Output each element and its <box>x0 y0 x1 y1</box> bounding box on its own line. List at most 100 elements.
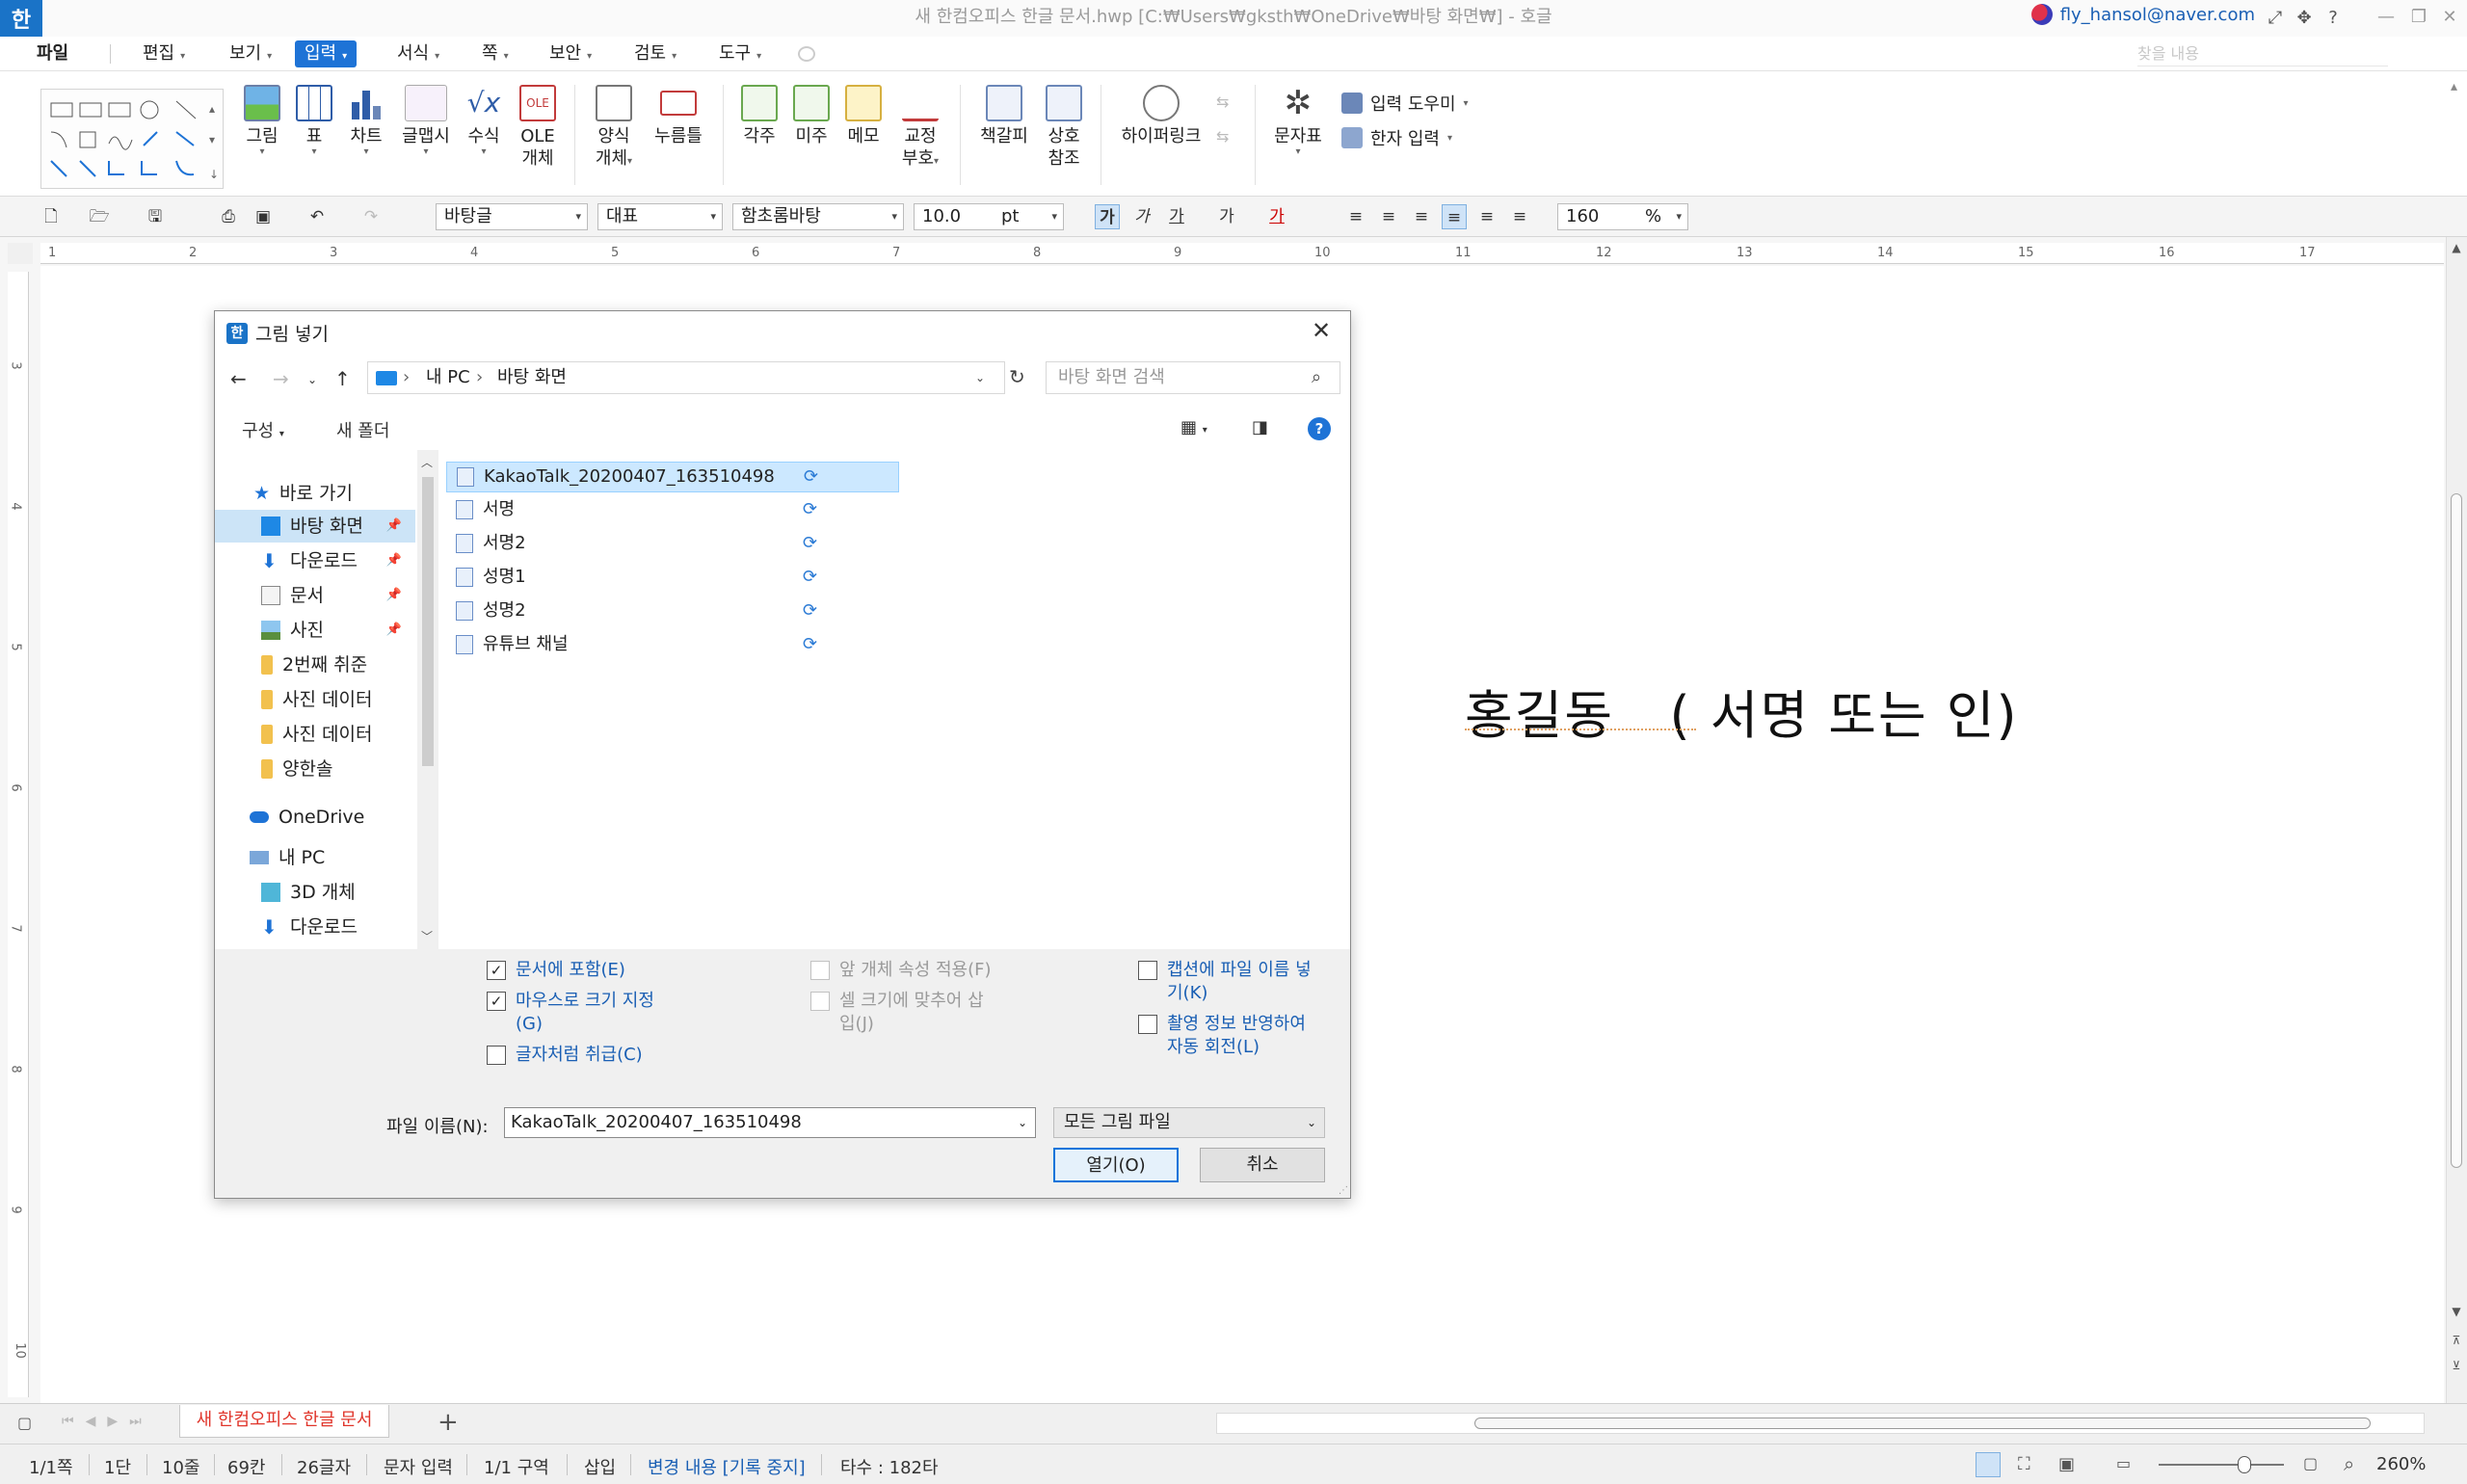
menu-search-input[interactable]: 찾을 내용 <box>2137 41 2388 66</box>
status-page[interactable]: 1/1쪽 <box>29 1454 73 1479</box>
caption-filename-checkbox[interactable]: 캡션에 파일 이름 넣 기(K) <box>1138 959 1312 1005</box>
nav-scroll-down-icon[interactable]: ﹀ <box>421 928 433 944</box>
align-justify-icon[interactable]: ≡ <box>1343 204 1368 229</box>
insert-table-button[interactable]: 표 ▾ <box>295 85 333 157</box>
view-fit-icon[interactable]: ⛶ <box>2018 1454 2030 1474</box>
tab-navigation-icons[interactable]: ⏮◀▶⏭ <box>62 1414 153 1429</box>
nav-item-3d[interactable]: 3D 개체 <box>215 876 415 909</box>
nav-scroll-thumb[interactable] <box>422 477 434 766</box>
file-item[interactable]: KakaoTalk_20200407_163510498 ⟳ <box>446 462 899 492</box>
font-color-button[interactable]: 가 <box>1264 204 1289 229</box>
align-split-icon[interactable]: ≡ <box>1507 204 1532 229</box>
resize-grip-icon[interactable]: ⋰ <box>1339 1185 1348 1196</box>
vertical-scroll-thumb[interactable] <box>2451 493 2462 1168</box>
insert-footnote-button[interactable]: 각주 <box>738 85 781 147</box>
align-right-icon[interactable]: ≡ <box>1442 204 1467 229</box>
new-folder-button[interactable]: 새 폴더 <box>336 417 389 442</box>
checkbox-unchecked[interactable] <box>487 1046 506 1065</box>
status-zoom[interactable]: 260% <box>2376 1454 2426 1474</box>
menu-tools[interactable]: 도구 ▾ <box>709 40 771 67</box>
nav-item-documents[interactable]: 문서 📌 <box>215 579 415 612</box>
nav-onedrive[interactable]: OneDrive <box>215 801 415 834</box>
back-icon[interactable]: ← <box>230 367 247 390</box>
underline-button[interactable]: 가 <box>1164 204 1189 229</box>
dialog-help-icon[interactable]: ? <box>1308 417 1331 440</box>
status-input-mode[interactable]: 문자 입력 <box>384 1454 453 1479</box>
insert-endnote-button[interactable]: 미주 <box>790 85 833 147</box>
tab-list-icon[interactable]: ▢ <box>17 1414 32 1432</box>
view-normal-icon[interactable] <box>1976 1452 2001 1477</box>
insert-equation-button[interactable]: √x 수식 ▾ <box>463 85 505 157</box>
scroll-up-icon[interactable]: ▲ <box>2448 241 2465 254</box>
hanja-input-button[interactable]: 한자 입력 ▾ <box>1341 125 1452 150</box>
strike-button[interactable]: 가 <box>1214 204 1239 229</box>
organize-button[interactable]: 구성 ▾ <box>242 417 284 442</box>
close-window-button[interactable]: ✕ <box>2432 4 2467 31</box>
checkbox-checked[interactable]: ✓ <box>487 961 506 980</box>
line-spacing-input[interactable]: 160% ▾ <box>1557 203 1688 230</box>
nav-item-pictures[interactable]: 사진 📌 <box>215 614 415 647</box>
user-account[interactable]: fly_hansol@naver.com <box>2030 4 2255 25</box>
add-tab-button[interactable]: + <box>438 1408 459 1437</box>
menu-format[interactable]: 서식 ▾ <box>387 40 449 67</box>
vertical-ruler[interactable]: 3 4 5 6 7 8 9 10 <box>8 272 29 1397</box>
horizontal-scroll-thumb[interactable] <box>1474 1418 2371 1429</box>
checkbox-unchecked[interactable] <box>1138 1015 1157 1034</box>
prev-page-icon[interactable]: ⊼ <box>2448 1334 2465 1347</box>
addr-dropdown-icon[interactable]: ⌄ <box>975 362 985 393</box>
zoom-in-icon[interactable]: ▢ <box>2303 1454 2318 1472</box>
undo-icon[interactable]: ↶ <box>305 204 330 229</box>
fit-cell-checkbox[interactable]: 셀 크기에 맞추어 삽 입(J) <box>810 990 984 1036</box>
view-options-icon[interactable]: ▦ ▾ <box>1180 417 1207 437</box>
checkbox-unchecked[interactable] <box>1138 961 1157 980</box>
checkbox-disabled[interactable] <box>810 992 830 1011</box>
nav-item-desktop[interactable]: 바탕 화면 📌 <box>215 510 415 543</box>
filename-dropdown-icon[interactable]: ⌄ <box>1018 1108 1027 1137</box>
menu-file[interactable]: 파일 <box>27 40 78 67</box>
file-item[interactable]: 유튜브 채널 ⟳ <box>446 629 899 660</box>
dialog-search-input[interactable]: 바탕 화면 검색 <box>1046 361 1340 394</box>
file-item[interactable]: 서명2 ⟳ <box>446 528 899 559</box>
insert-crossref-button[interactable]: 상호 참조 <box>1043 85 1085 170</box>
fullscreen-icon[interactable]: ⤢ <box>2263 6 2288 31</box>
up-icon[interactable]: ↑ <box>334 367 351 390</box>
insert-proofmark-button[interactable]: 교정 부호▾ <box>896 85 944 170</box>
app-logo-icon[interactable]: 한 <box>0 0 42 37</box>
shape-gallery[interactable]: ▴ ▾ ↓ <box>40 89 224 189</box>
addr-segment-desktop[interactable]: 바탕 화면 <box>497 362 567 393</box>
plugin-icon[interactable] <box>798 46 815 62</box>
scroll-down-icon[interactable]: ▼ <box>2448 1305 2465 1318</box>
preview-pane-icon[interactable]: ◨ <box>1252 417 1268 437</box>
minimize-button[interactable]: — <box>2369 4 2403 31</box>
nav-item-folder[interactable]: 2번째 취준 <box>215 649 415 681</box>
nav-item-folder[interactable]: 사진 데이터 <box>215 683 415 716</box>
help-icon[interactable]: ? <box>2321 6 2346 31</box>
zoom-slider-track[interactable] <box>2159 1464 2284 1466</box>
nav-item-downloads-pc[interactable]: ⬇ 다운로드 <box>215 911 415 943</box>
align-center-icon[interactable]: ≡ <box>1409 204 1434 229</box>
ribbon-collapse-icon[interactable]: ▴ <box>2451 79 2457 94</box>
forward-icon[interactable]: → <box>273 367 289 390</box>
insert-ole-button[interactable]: OLE OLE 개체 <box>517 85 559 170</box>
address-bar[interactable]: › 내 PC › 바탕 화면 ⌄ <box>367 361 1005 394</box>
file-item[interactable]: 성명1 ⟳ <box>446 562 899 593</box>
insert-field-button[interactable]: 누름틀 <box>651 85 705 147</box>
open-button[interactable]: 열기(O) <box>1053 1148 1179 1182</box>
nav-scroll-up-icon[interactable]: ︿ <box>421 454 433 470</box>
insert-chart-button[interactable]: 차트 ▾ <box>345 85 387 157</box>
insert-textart-button[interactable]: 글맵시 ▾ <box>399 85 453 157</box>
nav-this-pc[interactable]: 내 PC <box>215 841 415 874</box>
checkbox-checked[interactable]: ✓ <box>487 992 506 1011</box>
new-doc-icon[interactable]: 🗋 <box>39 204 64 229</box>
menu-security[interactable]: 보안 ▾ <box>540 40 601 67</box>
menu-page[interactable]: 쪽 ▾ <box>472 40 518 67</box>
font-select[interactable]: 함초롬바탕 ▾ <box>732 203 904 230</box>
recent-locations-icon[interactable]: ⌄ <box>307 373 317 386</box>
align-left-icon[interactable]: ≡ <box>1376 204 1401 229</box>
nav-quick-access[interactable]: ★ 바로 가기 <box>215 477 415 510</box>
insert-image-button[interactable]: 그림 ▾ <box>241 85 283 157</box>
insert-bookmark-button[interactable]: 책갈피 <box>977 85 1031 147</box>
menu-edit[interactable]: 편집 ▾ <box>133 40 195 67</box>
style-select[interactable]: 바탕글 ▾ <box>436 203 588 230</box>
bold-button[interactable]: 가 <box>1095 204 1120 229</box>
